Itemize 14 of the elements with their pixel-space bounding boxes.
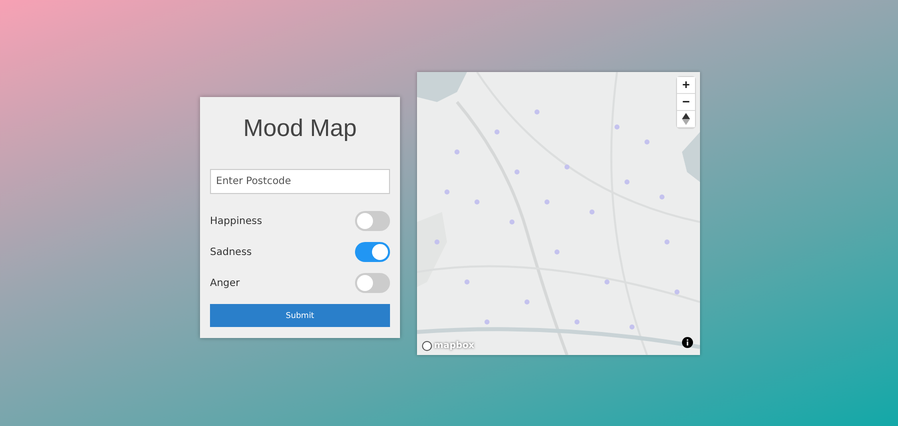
zoom-in-button[interactable]: + — [677, 76, 695, 94]
postcode-field[interactable]: Enter Postcode — [210, 168, 390, 194]
app-title: Mood Map — [242, 114, 358, 142]
mood-label: Anger — [210, 278, 240, 288]
submit-button[interactable]: Submit — [210, 304, 390, 326]
mood-label: Sadness — [210, 246, 252, 258]
info-icon[interactable] — [682, 336, 693, 348]
toggle-switch[interactable] — [355, 273, 390, 293]
mood-label: Happiness — [210, 216, 262, 226]
toggle-switch[interactable] — [355, 211, 390, 231]
toggle-switch[interactable] — [355, 242, 390, 262]
compass-icon — [682, 112, 690, 124]
compass-button[interactable] — [677, 110, 695, 128]
map-logo-text: mapbox — [434, 340, 474, 350]
